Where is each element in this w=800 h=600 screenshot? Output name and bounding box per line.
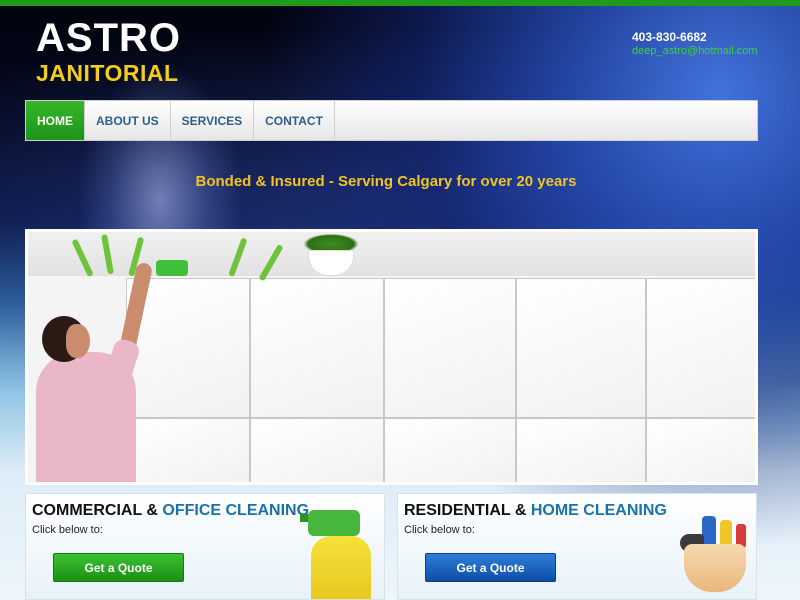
wall-tile bbox=[646, 418, 755, 482]
tagline: Bonded & Insured - Serving Calgary for o… bbox=[195, 173, 577, 190]
residential-title: RESIDENTIAL & HOME CLEANING bbox=[404, 502, 667, 520]
hero-image bbox=[25, 229, 758, 485]
nav-about-us[interactable]: ABOUT US bbox=[85, 101, 171, 140]
wall-tile bbox=[646, 278, 755, 418]
wall-tile bbox=[516, 278, 646, 418]
nav-contact[interactable]: CONTACT bbox=[254, 101, 335, 140]
residential-title-accent: HOME CLEANING bbox=[530, 502, 667, 519]
wall-tile bbox=[384, 418, 516, 482]
cleaner-face bbox=[66, 324, 90, 358]
commercial-title-accent: OFFICE CLEANING bbox=[162, 502, 310, 519]
commercial-quote-button[interactable]: Get a Quote bbox=[53, 553, 184, 582]
commercial-title: COMMERCIAL & OFFICE CLEANING bbox=[32, 502, 309, 520]
wall-tile bbox=[250, 278, 384, 418]
residential-subtitle: Click below to: bbox=[404, 524, 475, 536]
phone-number: 403-830-6682 bbox=[632, 30, 707, 44]
residential-cleaning-panel: RESIDENTIAL & HOME CLEANING Click below … bbox=[397, 493, 757, 600]
residential-quote-button[interactable]: Get a Quote bbox=[425, 553, 556, 582]
email-link[interactable]: deep_astro@hotmail.com bbox=[632, 45, 758, 57]
wall-tile bbox=[384, 278, 516, 418]
wall-tile bbox=[250, 418, 384, 482]
logo-title[interactable]: ASTRO bbox=[36, 16, 181, 61]
logo-subtitle[interactable]: JANITORIAL bbox=[36, 60, 179, 87]
wall-tile bbox=[126, 418, 250, 482]
cleaning-cloth bbox=[156, 260, 188, 276]
wall-tile bbox=[516, 418, 646, 482]
commercial-subtitle: Click below to: bbox=[32, 524, 103, 536]
nav-services[interactable]: SERVICES bbox=[171, 101, 255, 140]
cleaning-bucket-icon bbox=[684, 544, 746, 592]
spray-bottle-icon bbox=[308, 510, 360, 536]
rubber-glove-icon bbox=[311, 536, 371, 599]
main-nav: HOME ABOUT US SERVICES CONTACT bbox=[25, 100, 758, 141]
nav-home[interactable]: HOME bbox=[26, 101, 85, 140]
residential-title-main: RESIDENTIAL & bbox=[404, 502, 531, 519]
top-accent-bar bbox=[0, 0, 800, 6]
commercial-cleaning-panel: COMMERCIAL & OFFICE CLEANING Click below… bbox=[25, 493, 385, 600]
commercial-title-main: COMMERCIAL & bbox=[32, 502, 163, 519]
cleaner-uniform bbox=[36, 352, 136, 482]
